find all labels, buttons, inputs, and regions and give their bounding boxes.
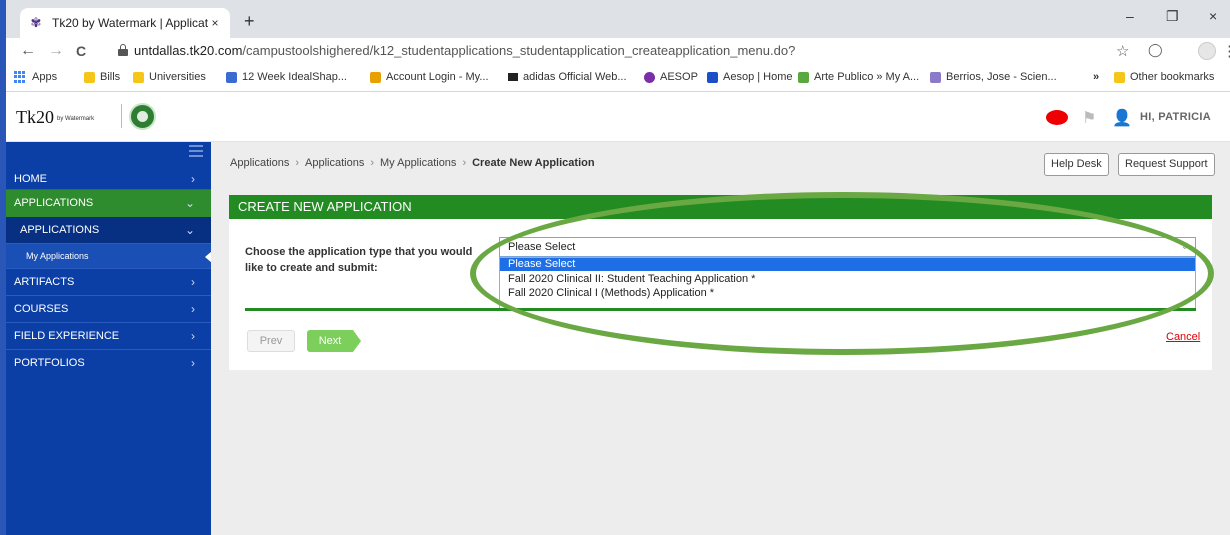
apps-grid-icon <box>14 71 26 83</box>
breadcrumb-current: Create New Application <box>472 157 595 169</box>
forward-button[interactable]: → <box>48 41 64 61</box>
chevron-right-icon: › <box>191 356 195 370</box>
idealshape-icon <box>226 71 237 83</box>
cancel-link[interactable]: Cancel <box>1166 331 1200 343</box>
sidebar-item-artifacts[interactable]: ARTIFACTS › <box>6 269 211 296</box>
bookmarks-bar: Apps Bills Universities 12 Week IdealSha… <box>6 64 1230 92</box>
tab-close-icon[interactable]: × <box>208 16 222 30</box>
url-host: untdallas.tk20.com <box>134 43 243 58</box>
bookmark-arte-publico[interactable]: Arte Publico » My A... <box>798 71 919 83</box>
lock-icon <box>118 44 128 56</box>
next-button[interactable]: Next <box>307 330 361 352</box>
sidebar-item-home[interactable]: HOME › <box>6 162 211 190</box>
panel-divider <box>245 308 1196 311</box>
restore-button[interactable]: ❐ <box>1166 8 1179 25</box>
bookmark-aesop-home[interactable]: Aesop | Home <box>707 71 793 83</box>
sidebar-item-field-experience[interactable]: FIELD EXPERIENCE › <box>6 323 211 350</box>
bookmark-apps[interactable]: Apps <box>14 71 57 83</box>
sidebar-item-my-applications[interactable]: My Applications <box>6 244 212 269</box>
back-button[interactable]: ← <box>20 41 36 61</box>
profile-avatar[interactable] <box>1198 42 1216 60</box>
breadcrumb-applications[interactable]: Applications <box>230 157 289 169</box>
tab-title: Tk20 by Watermark | Application <box>52 16 208 30</box>
bookmark-bills[interactable]: Bills <box>84 71 120 83</box>
request-support-button[interactable]: Request Support <box>1118 153 1215 176</box>
reload-button[interactable]: C <box>76 41 86 61</box>
aesop-home-icon <box>707 71 718 83</box>
account-icon <box>370 71 381 83</box>
logo-divider <box>121 104 122 128</box>
breadcrumb-my-applications[interactable]: My Applications <box>380 157 456 169</box>
folder-icon <box>133 71 144 83</box>
bookmark-idealshape[interactable]: 12 Week IdealShap... <box>226 71 347 83</box>
berrios-icon <box>930 71 941 83</box>
address-bar-row: ← → C untdallas.tk20.com/campustoolshigh… <box>6 38 1230 64</box>
folder-icon <box>1114 71 1125 83</box>
bookmark-aesop[interactable]: AESOP <box>644 71 698 83</box>
option-clinical-i[interactable]: Fall 2020 Clinical I (Methods) Applicati… <box>500 287 1195 299</box>
window-close-button[interactable]: × <box>1209 8 1217 24</box>
create-application-panel: CREATE NEW APPLICATION Choose the applic… <box>229 195 1212 370</box>
bookmark-universities[interactable]: Universities <box>133 71 206 83</box>
sidebar-item-portfolios[interactable]: PORTFOLIOS › <box>6 350 211 377</box>
bookmark-adidas[interactable]: adidas Official Web... <box>508 71 627 83</box>
adidas-icon <box>508 73 518 81</box>
application-type-select[interactable]: Please Select ⌄ <box>499 237 1196 257</box>
bookmark-account-login[interactable]: Account Login - My... <box>370 71 489 83</box>
chevron-down-icon: ⌄ <box>1180 241 1189 252</box>
breadcrumb: Applications › Applications › My Application… <box>230 157 595 169</box>
university-seal-icon <box>129 103 156 130</box>
chevron-down-icon: ⌄ <box>184 196 195 210</box>
minimize-button[interactable]: – <box>1126 8 1134 24</box>
chevron-right-icon: › <box>191 275 195 289</box>
url-path: /campustoolshighered/k12_studentapplicat… <box>242 43 796 58</box>
app-header: Tk20 by Watermark ⚑ 👤 HI, PATRICIA <box>6 92 1230 142</box>
sidebar-item-courses[interactable]: COURSES › <box>6 296 211 323</box>
window-accent <box>0 0 6 535</box>
bookmark-berrios[interactable]: Berrios, Jose - Scien... <box>930 71 1057 83</box>
sidebar-nav: HOME › APPLICATIONS ⌄ APPLICATIONS ⌄ My App… <box>6 142 212 535</box>
hamburger-menu-icon[interactable] <box>189 145 203 160</box>
browser-tab[interactable]: ✾ Tk20 by Watermark | Application × <box>20 8 230 38</box>
aesop-icon <box>644 71 655 83</box>
chat-icon[interactable] <box>1046 110 1068 125</box>
browser-menu-icon[interactable]: ⋮ <box>1222 42 1230 60</box>
bookmark-other[interactable]: Other bookmarks <box>1114 71 1214 83</box>
browser-tab-bar: ✾ Tk20 by Watermark | Application × + – … <box>6 0 1230 38</box>
sidebar-subitem-applications[interactable]: APPLICATIONS ⌄ <box>6 217 211 244</box>
sidebar-top <box>6 142 211 162</box>
help-desk-button[interactable]: Help Desk <box>1044 153 1109 176</box>
option-clinical-ii[interactable]: Fall 2020 Clinical II: Student Teaching … <box>500 273 1195 285</box>
arte-publico-icon <box>798 71 809 83</box>
extension-icon[interactable]: ◯ <box>1148 42 1163 58</box>
bookmarks-more-button[interactable]: » <box>1093 71 1099 83</box>
chevron-right-icon: › <box>191 302 195 316</box>
new-tab-button[interactable]: + <box>244 12 255 30</box>
sidebar-item-applications[interactable]: APPLICATIONS ⌄ <box>6 190 211 217</box>
flag-icon[interactable]: ⚑ <box>1082 108 1096 128</box>
chevron-down-icon: ⌄ <box>184 223 195 237</box>
folder-icon <box>84 71 95 83</box>
url-field[interactable]: untdallas.tk20.com/campustoolshighered/k… <box>134 43 795 58</box>
prev-button[interactable]: Prev <box>247 330 295 352</box>
application-type-label: Choose the application type that you wou… <box>245 246 473 274</box>
tk20-logo[interactable]: Tk20 by Watermark <box>16 107 94 128</box>
application-type-options[interactable]: Please Select Fall 2020 Clinical II: Stu… <box>499 257 1196 309</box>
user-greeting[interactable]: HI, PATRICIA <box>1140 111 1211 123</box>
user-icon[interactable]: 👤 <box>1112 108 1132 128</box>
option-please-select[interactable]: Please Select <box>500 258 1195 271</box>
breadcrumb-applications-2[interactable]: Applications <box>305 157 364 169</box>
bookmark-star-icon[interactable]: ☆ <box>1116 42 1129 60</box>
panel-title: CREATE NEW APPLICATION <box>229 195 1212 219</box>
chevron-right-icon: › <box>191 329 195 343</box>
tk20-favicon-icon: ✾ <box>30 15 42 30</box>
